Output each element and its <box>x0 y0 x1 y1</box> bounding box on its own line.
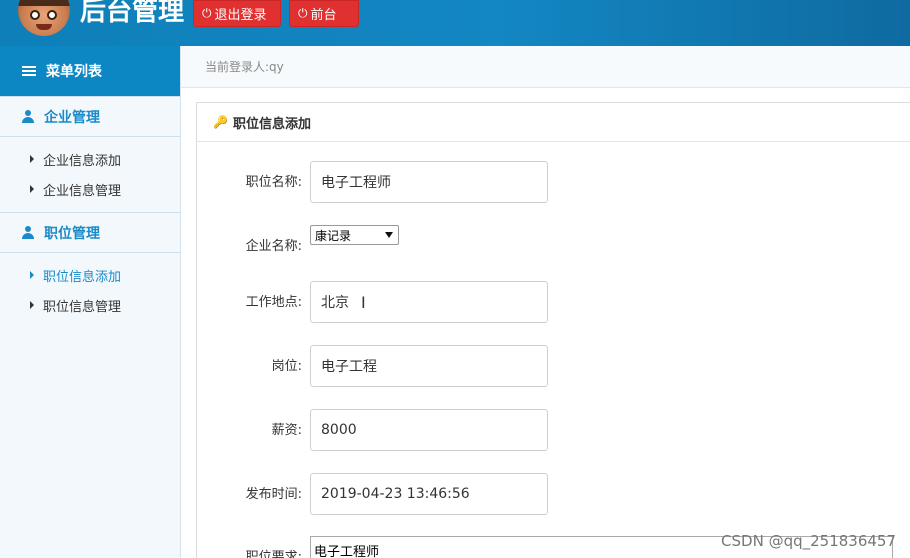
menu-list-header: 菜单列表 <box>0 46 180 96</box>
post-label: 岗位: <box>271 359 302 374</box>
app-title: 后台管理 <box>80 0 185 27</box>
top-header: 后台管理 ⏻ 退出登录 ⏻ 前台 <box>0 0 910 46</box>
group-label: 企业管理 <box>44 109 100 126</box>
work-location-input[interactable]: 北京 I <box>310 281 548 323</box>
post-input[interactable]: 电子工程 <box>310 345 548 387</box>
item-label: 职位信息管理 <box>43 299 122 315</box>
company-items: 企业信息添加 企业信息管理 <box>0 137 180 212</box>
salary-input[interactable]: 8000 <box>310 409 548 451</box>
requirements-label: 职位要求: <box>245 550 302 558</box>
user-icon <box>22 110 34 123</box>
user-icon <box>22 226 34 239</box>
list-icon <box>22 64 36 78</box>
company-name-label: 企业名称: <box>245 239 302 254</box>
menu-title: 菜单列表 <box>46 64 102 80</box>
key-icon: 🔑 <box>213 115 228 129</box>
position-name-label: 职位名称: <box>245 175 302 190</box>
item-label: 职位信息添加 <box>43 269 122 285</box>
avatar <box>18 0 70 36</box>
company-name-selected: 康记录 <box>315 228 352 243</box>
logout-label: 退出登录 <box>214 8 267 23</box>
position-name-input[interactable]: 电子工程师 <box>310 161 548 203</box>
caret-right-icon <box>30 301 34 309</box>
front-label: 前台 <box>310 8 337 23</box>
power-icon: ⏻ <box>202 6 212 20</box>
group-label: 职位管理 <box>44 225 100 242</box>
sidebar: 菜单列表 企业管理 企业信息添加 企业信息管理 职位管理 职位信息添加 职位信息… <box>0 46 181 558</box>
sidebar-item-position-manage[interactable]: 职位信息管理 <box>0 290 180 320</box>
sidebar-item-company-add[interactable]: 企业信息添加 <box>0 144 180 174</box>
company-name-select[interactable]: 康记录 <box>310 225 399 245</box>
publish-time-input[interactable]: 2019-04-23 13:46:56 <box>310 473 548 515</box>
text-cursor-icon: I <box>361 292 366 312</box>
caret-right-icon <box>30 185 34 193</box>
item-label: 企业信息添加 <box>43 153 122 169</box>
form-panel: 🔑 职位信息添加 职位名称: 电子工程师 企业名称: 康记录 工作地点: 北京 … <box>196 102 910 558</box>
breadcrumb: 当前登录人:qy <box>181 46 910 88</box>
sidebar-item-position-add[interactable]: 职位信息添加 <box>0 260 180 290</box>
sidebar-item-company-manage[interactable]: 企业信息管理 <box>0 174 180 204</box>
watermark: CSDN @qq_251836457 <box>721 532 896 550</box>
publish-time-label: 发布时间: <box>245 487 302 502</box>
item-label: 企业信息管理 <box>43 183 122 199</box>
salary-label: 薪资: <box>271 423 302 438</box>
logout-button[interactable]: ⏻ 退出登录 <box>193 0 281 27</box>
panel-title: 职位信息添加 <box>232 116 311 132</box>
caret-right-icon <box>30 271 34 279</box>
caret-right-icon <box>30 155 34 163</box>
work-location-value: 北京 <box>321 295 349 311</box>
position-items: 职位信息添加 职位信息管理 <box>0 253 180 328</box>
power-icon: ⏻ <box>298 6 308 20</box>
panel-header: 🔑 职位信息添加 <box>197 103 910 142</box>
work-location-label: 工作地点: <box>245 295 302 310</box>
sidebar-group-position[interactable]: 职位管理 <box>0 212 180 253</box>
front-page-button[interactable]: ⏻ 前台 <box>289 0 359 27</box>
sidebar-group-company[interactable]: 企业管理 <box>0 96 180 137</box>
dropdown-arrow-icon <box>385 232 393 238</box>
